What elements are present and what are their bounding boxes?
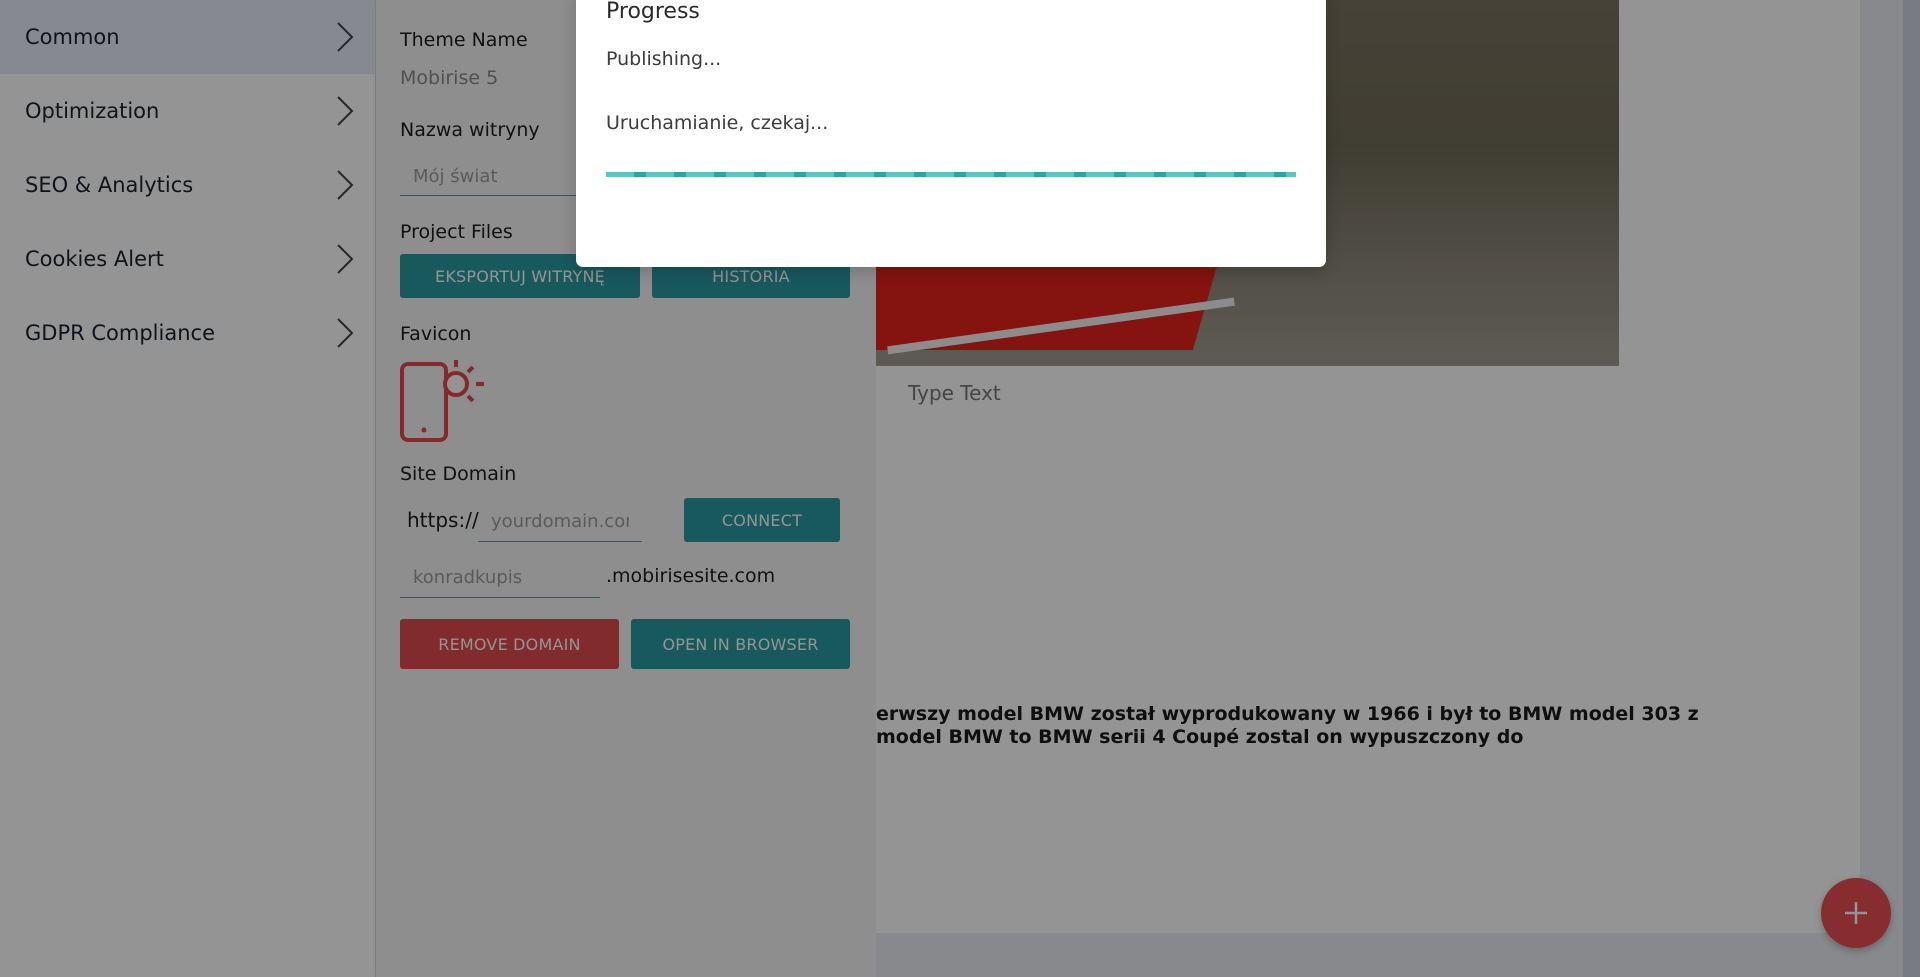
progress-dialog: Progress Publishing... Uruchamianie, cze…	[576, 0, 1326, 267]
progress-bar-fill	[606, 172, 1296, 177]
dialog-message: Uruchamianie, czekaj...	[606, 112, 829, 134]
dialog-title: Progress	[606, 0, 700, 24]
dialog-status: Publishing...	[606, 48, 722, 70]
progress-bar	[606, 172, 1296, 177]
